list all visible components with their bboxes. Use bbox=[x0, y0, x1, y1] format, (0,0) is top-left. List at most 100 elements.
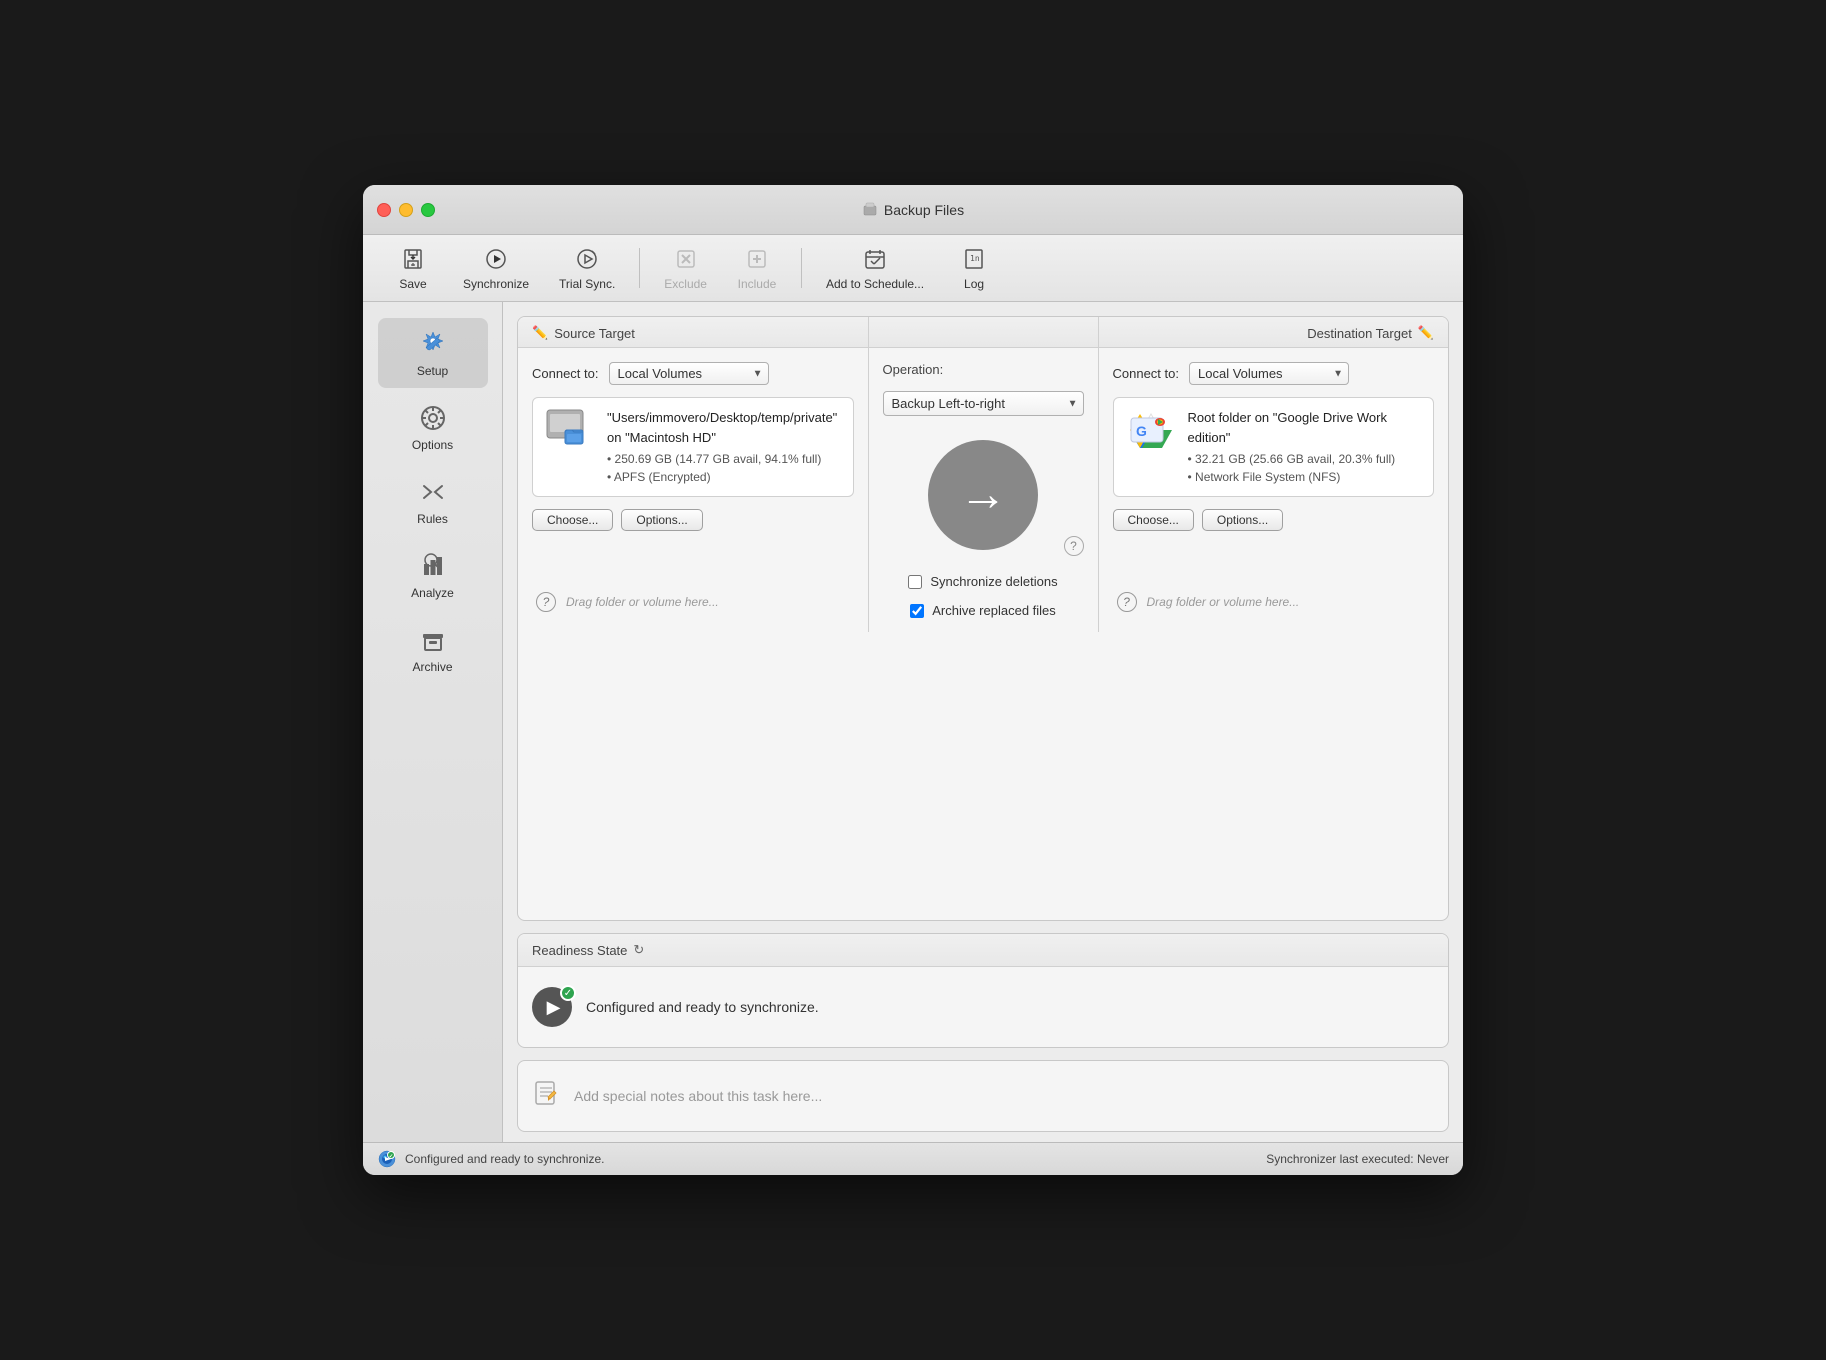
save-icon bbox=[399, 245, 427, 273]
dest-volume-details: Root folder on "Google Drive Work editio… bbox=[1188, 408, 1422, 486]
trial-sync-button[interactable]: Trial Sync. bbox=[549, 241, 625, 295]
synchronize-icon bbox=[482, 245, 510, 273]
status-icon: ✓ bbox=[377, 1149, 397, 1169]
dest-volume-size: • 32.21 GB (25.66 GB avail, 20.3% full) bbox=[1188, 450, 1422, 468]
readiness-panel: Readiness State ↻ ▶ ✓ Configured and rea… bbox=[517, 933, 1449, 1048]
dest-drag-zone: ? Drag folder or volume here... bbox=[1113, 586, 1435, 618]
source-target-section: Connect to: Local Volumes ▼ bbox=[518, 348, 869, 632]
traffic-lights bbox=[377, 203, 435, 217]
operation-direction-icon: → bbox=[959, 471, 1007, 519]
sync-deletions-checkbox[interactable] bbox=[908, 575, 922, 589]
exclude-button[interactable]: Exclude bbox=[654, 241, 717, 295]
dest-volume-info: G Root folder on "Google Drive Work edit… bbox=[1113, 397, 1435, 497]
include-button[interactable]: Include bbox=[727, 241, 787, 295]
save-button[interactable]: Save bbox=[383, 241, 443, 295]
close-button[interactable] bbox=[377, 203, 391, 217]
readiness-status-icon: ▶ ✓ bbox=[532, 987, 572, 1027]
archive-replaced-checkbox[interactable] bbox=[910, 604, 924, 618]
notes-icon bbox=[532, 1079, 560, 1114]
window-title: Backup Files bbox=[862, 202, 964, 218]
svg-text:G: G bbox=[1136, 423, 1147, 439]
operation-label: Operation: bbox=[883, 362, 944, 377]
toolbar-separator-2 bbox=[801, 248, 802, 288]
source-volume-fs: • APFS (Encrypted) bbox=[607, 468, 841, 486]
exclude-icon bbox=[672, 245, 700, 273]
sync-deletions-row: Synchronize deletions bbox=[908, 574, 1057, 589]
sidebar-item-analyze[interactable]: Analyze bbox=[378, 540, 488, 610]
op-help-button[interactable]: ? bbox=[1064, 536, 1084, 556]
sidebar-item-archive[interactable]: Archive bbox=[378, 614, 488, 684]
status-right: Synchronizer last executed: Never bbox=[1266, 1152, 1449, 1166]
add-to-schedule-icon bbox=[861, 245, 889, 273]
notes-panel: Add special notes about this task here..… bbox=[517, 1060, 1449, 1132]
minimize-button[interactable] bbox=[399, 203, 413, 217]
add-to-schedule-button[interactable]: Add to Schedule... bbox=[816, 241, 934, 295]
svg-text:1n: 1n bbox=[970, 254, 980, 263]
sync-deletions-label: Synchronize deletions bbox=[930, 574, 1057, 589]
readiness-refresh-icon[interactable]: ↻ bbox=[633, 942, 644, 958]
source-drag-hint: Drag folder or volume here... bbox=[566, 595, 719, 609]
sidebar-item-setup[interactable]: Setup bbox=[378, 318, 488, 388]
log-button[interactable]: 1n Log bbox=[944, 241, 1004, 295]
source-help-button[interactable]: ? bbox=[536, 592, 556, 612]
status-bar: ✓ Configured and ready to synchronize. S… bbox=[363, 1142, 1463, 1175]
save-label: Save bbox=[399, 277, 426, 291]
sidebar: Setup bbox=[363, 302, 503, 1142]
source-options-button[interactable]: Options... bbox=[621, 509, 702, 531]
dest-help-button[interactable]: ? bbox=[1117, 592, 1137, 612]
destination-target-section: Connect to: Local Volumes ▼ bbox=[1099, 348, 1449, 632]
main-window: Backup Files Save bbox=[363, 185, 1463, 1175]
log-label: Log bbox=[964, 277, 984, 291]
readiness-title: Readiness State bbox=[532, 943, 627, 958]
dest-options-button[interactable]: Options... bbox=[1202, 509, 1283, 531]
archive-icon bbox=[417, 624, 449, 656]
source-connect-row: Connect to: Local Volumes ▼ bbox=[532, 362, 854, 385]
sidebar-item-options[interactable]: Options bbox=[378, 392, 488, 462]
source-edit-icon[interactable]: ✏️ bbox=[532, 325, 548, 341]
targets-panel: ✏️ Source Target Destination Target ✏️ C… bbox=[517, 316, 1449, 921]
destination-header: Destination Target ✏️ bbox=[1099, 317, 1449, 348]
dest-edit-icon[interactable]: ✏️ bbox=[1418, 325, 1434, 341]
source-volume-info: "Users/immovero/Desktop/temp/private" on… bbox=[532, 397, 854, 497]
source-choose-button[interactable]: Choose... bbox=[532, 509, 613, 531]
operation-arrow-circle: → bbox=[928, 440, 1038, 550]
main-area: Setup bbox=[363, 302, 1463, 1142]
dest-volume-nfs: • Network File System (NFS) bbox=[1188, 468, 1422, 486]
rules-icon bbox=[417, 476, 449, 508]
source-connect-select[interactable]: Local Volumes bbox=[609, 362, 769, 385]
add-to-schedule-label: Add to Schedule... bbox=[826, 277, 924, 291]
sidebar-item-rules[interactable]: Rules bbox=[378, 466, 488, 536]
dest-btn-row: Choose... Options... bbox=[1113, 509, 1435, 531]
source-target-title: Source Target bbox=[554, 326, 635, 341]
source-volume-size: • 250.69 GB (14.77 GB avail, 94.1% full) bbox=[607, 450, 841, 468]
status-message: Configured and ready to synchronize. bbox=[405, 1152, 604, 1166]
analyze-icon bbox=[417, 550, 449, 582]
sidebar-analyze-label: Analyze bbox=[411, 586, 454, 600]
operation-select-wrapper: Backup Left-to-right ▼ bbox=[883, 391, 1084, 416]
synchronize-button[interactable]: Synchronize bbox=[453, 241, 539, 295]
source-drag-zone: ? Drag folder or volume here... bbox=[532, 586, 854, 618]
include-icon bbox=[743, 245, 771, 273]
dest-connect-select[interactable]: Local Volumes bbox=[1189, 362, 1349, 385]
readiness-body: ▶ ✓ Configured and ready to synchronize. bbox=[518, 967, 1448, 1047]
maximize-button[interactable] bbox=[421, 203, 435, 217]
window-title-icon bbox=[862, 202, 878, 218]
last-executed-value: Never bbox=[1417, 1152, 1449, 1166]
sidebar-archive-label: Archive bbox=[412, 660, 452, 674]
options-icon bbox=[417, 402, 449, 434]
dest-connect-label: Connect to: bbox=[1113, 366, 1180, 381]
source-connect-label: Connect to: bbox=[532, 366, 599, 381]
source-header: ✏️ Source Target bbox=[518, 317, 869, 348]
readiness-header: Readiness State ↻ bbox=[518, 934, 1448, 967]
dest-choose-button[interactable]: Choose... bbox=[1113, 509, 1194, 531]
trial-sync-icon bbox=[573, 245, 601, 273]
op-arrow-area: → ? bbox=[883, 430, 1084, 560]
readiness-message: Configured and ready to synchronize. bbox=[586, 999, 819, 1015]
toolbar: Save Synchronize Trial Sync. bbox=[363, 235, 1463, 302]
archive-replaced-row: Archive replaced files bbox=[910, 603, 1056, 618]
last-executed-label: Synchronizer last executed: bbox=[1266, 1152, 1413, 1166]
log-icon: 1n bbox=[960, 245, 988, 273]
titlebar: Backup Files bbox=[363, 185, 1463, 235]
svg-text:✓: ✓ bbox=[389, 1154, 393, 1160]
operation-select[interactable]: Backup Left-to-right bbox=[883, 391, 1084, 416]
